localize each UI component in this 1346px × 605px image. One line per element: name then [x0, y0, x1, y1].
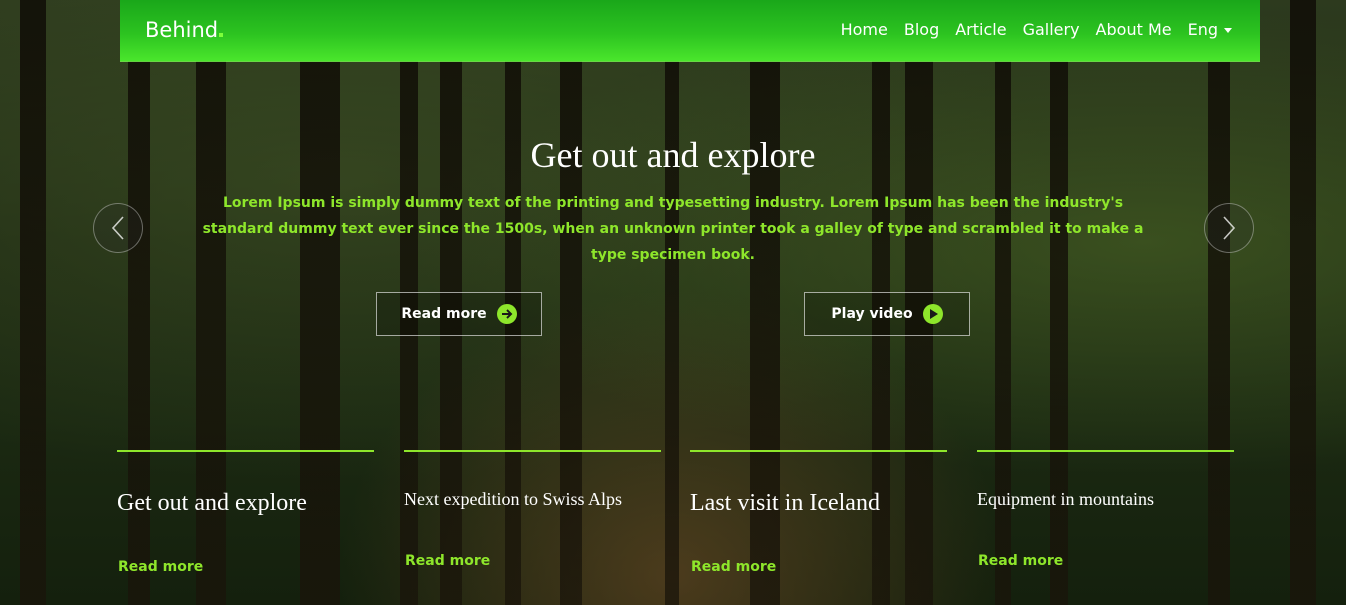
tree-trunk [20, 0, 46, 605]
top-navbar: Behind Home Blog Article Gallery About M… [120, 0, 1260, 61]
card-equipment: Equipment in mountains Read more [977, 450, 1234, 600]
card-title: Equipment in mountains [977, 489, 1154, 509]
read-more-button[interactable]: Read more [376, 292, 542, 336]
play-video-button[interactable]: Play video [804, 292, 970, 336]
brand-name: Behind [145, 18, 219, 42]
brand-dot-icon [219, 33, 224, 37]
card-read-more-link[interactable]: Read more [118, 559, 203, 575]
nav-link-blog[interactable]: Blog [904, 20, 939, 39]
hero-section: Behind Home Blog Article Gallery About M… [0, 0, 1346, 605]
nav-link-gallery[interactable]: Gallery [1023, 20, 1080, 39]
tree-trunk [665, 0, 679, 605]
read-more-label: Read more [401, 306, 487, 322]
arrow-right-circle-icon [496, 304, 517, 324]
nav-menu: Home Blog Article Gallery About Me Eng [825, 20, 1232, 39]
chevron-right-icon [1223, 216, 1236, 240]
hero-description: Lorem Ipsum is simply dummy text of the … [202, 195, 1144, 263]
language-dropdown[interactable]: Eng [1188, 20, 1232, 39]
nav-link-home[interactable]: Home [841, 20, 888, 39]
card-read-more-link[interactable]: Read more [978, 553, 1063, 569]
card-get-out-explore: Get out and explore Read more [117, 450, 374, 600]
play-video-label: Play video [831, 306, 913, 322]
chevron-left-icon [111, 216, 124, 240]
card-title: Last visit in Iceland [690, 490, 880, 516]
card-iceland: Last visit in Iceland Read more [690, 450, 947, 600]
carousel-prev-button[interactable] [93, 203, 143, 253]
card-read-more-link[interactable]: Read more [405, 553, 490, 569]
caret-down-icon [1224, 28, 1232, 33]
brand-logo[interactable]: Behind [145, 18, 224, 42]
language-label: Eng [1187, 20, 1218, 39]
card-title: Next expedition to Swiss Alps [404, 489, 623, 509]
nav-link-about-me[interactable]: About Me [1096, 20, 1172, 39]
nav-link-article[interactable]: Article [955, 20, 1006, 39]
carousel-next-button[interactable] [1204, 203, 1254, 253]
card-title: Get out and explore [117, 490, 307, 516]
tree-trunk [1290, 0, 1316, 605]
card-read-more-link[interactable]: Read more [691, 559, 776, 575]
card-swiss-alps: Next expedition to Swiss Alps Read more [404, 450, 661, 600]
hero-title: Get out and explore [530, 135, 816, 175]
play-circle-icon [922, 304, 943, 324]
